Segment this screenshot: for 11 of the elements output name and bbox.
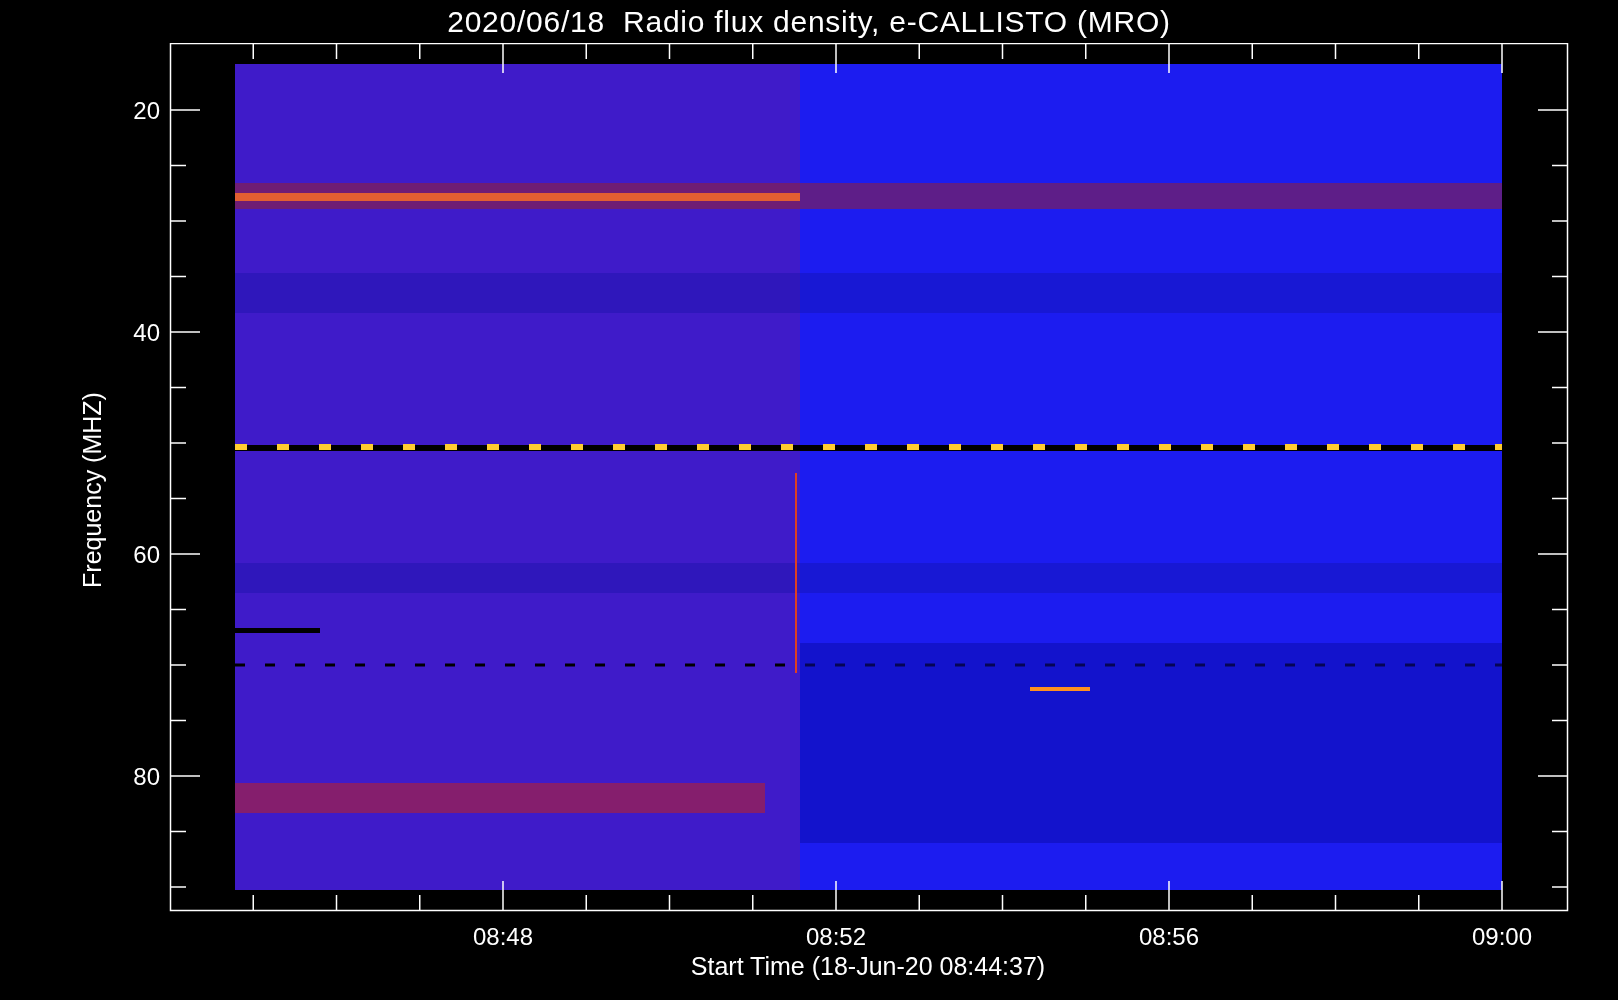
x-tick-label: 08:48	[472, 923, 534, 950]
x-tick-label: 08:52	[805, 923, 867, 950]
chart-title: 2020/06/18 Radio flux density, e-CALLISTO (MRO)	[447, 4, 1171, 40]
y-tick-label: 40	[133, 319, 160, 346]
y-tick-label: 60	[133, 541, 160, 568]
y-tick-label: 80	[133, 763, 160, 790]
x-axis-label: Start Time (18-Jun-20 08:44:37)	[690, 952, 1046, 980]
y-axis-label: Frequency (MHZ)	[78, 392, 106, 588]
y-tick-label: 20	[133, 97, 160, 124]
x-tick-label: 08:56	[1138, 923, 1200, 950]
x-tick-label: 09:00	[1471, 923, 1533, 950]
